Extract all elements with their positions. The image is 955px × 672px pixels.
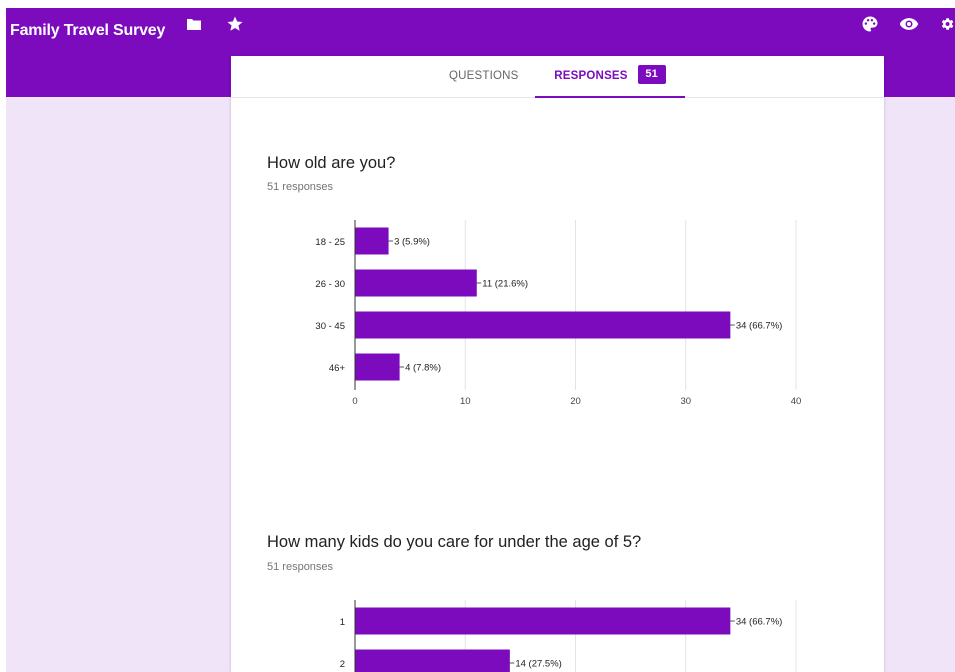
bar[interactable] (355, 353, 400, 381)
question-title: How many kids do you care for under the … (267, 533, 642, 551)
x-tick-label: 40 (791, 396, 802, 407)
bar[interactable] (355, 311, 731, 339)
eye-icon[interactable] (899, 16, 919, 32)
tab-responses[interactable]: RESPONSES 51 (535, 56, 685, 98)
bar[interactable] (355, 269, 477, 297)
bar[interactable] (355, 607, 731, 635)
kids-bar-chart: 1 34 (66.7%) 2 14 (27.5%) (231, 596, 884, 672)
category-label: 46+ (329, 363, 346, 374)
data-label: 3 (5.9%) (394, 237, 430, 248)
form-title[interactable]: Family Travel Survey (10, 18, 165, 44)
category-label: 18 - 25 (315, 237, 345, 248)
category-label: 26 - 30 (315, 279, 345, 290)
question-title: How old are you? (267, 154, 396, 172)
star-icon[interactable] (226, 15, 244, 33)
tab-responses-label: RESPONSES (554, 70, 628, 82)
x-tick-label: 30 (680, 396, 691, 407)
data-label: 11 (21.6%) (482, 279, 528, 290)
data-label: 34 (66.7%) (736, 321, 782, 332)
x-tick-label: 0 (352, 396, 357, 407)
tab-questions[interactable]: QUESTIONS (449, 56, 518, 97)
palette-icon[interactable] (861, 15, 879, 33)
x-tick-label: 10 (460, 396, 471, 407)
responses-card: QUESTIONS RESPONSES 51 How old are you? 5… (231, 56, 884, 672)
age-bar-chart: 18 - 25 3 (5.9%) 26 - 30 11 (21.6%) 30 - 45 3… (231, 216, 884, 416)
data-label: 4 (7.8%) (405, 363, 441, 374)
bar[interactable] (355, 649, 510, 672)
responses-count-badge: 51 (637, 65, 666, 85)
question-response-count: 51 responses (267, 181, 334, 193)
tab-questions-label: QUESTIONS (449, 70, 519, 82)
category-label: 30 - 45 (315, 321, 345, 332)
question-response-count: 51 responses (267, 561, 334, 573)
folder-icon[interactable] (186, 17, 202, 31)
gear-icon[interactable] (939, 15, 955, 33)
data-label: 34 (66.7%) (736, 617, 782, 628)
bar[interactable] (355, 227, 389, 255)
kids-bar-chart-svg: 1 34 (66.7%) 2 14 (27.5%) (340, 600, 797, 672)
x-tick-label: 20 (570, 396, 581, 407)
data-label: 14 (27.5%) (515, 659, 561, 670)
category-label: 2 (340, 659, 345, 670)
age-bar-chart-svg: 18 - 25 3 (5.9%) 26 - 30 11 (21.6%) 30 - 45 3… (315, 220, 802, 407)
tab-bar: QUESTIONS RESPONSES 51 (231, 56, 884, 98)
category-label: 1 (340, 617, 345, 628)
